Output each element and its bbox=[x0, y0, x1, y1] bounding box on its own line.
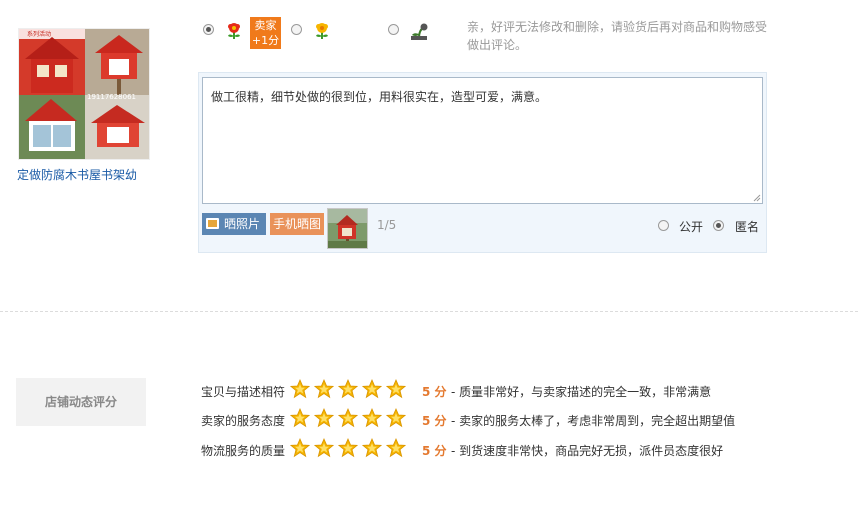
rating-row-label: 卖家的服务态度 bbox=[201, 414, 286, 428]
photo-count: 1/5 bbox=[377, 218, 397, 232]
upload-photo-button[interactable]: 晒照片 bbox=[202, 213, 266, 235]
star-icon[interactable] bbox=[290, 379, 310, 399]
star-icon[interactable] bbox=[386, 438, 406, 458]
star-icon[interactable] bbox=[362, 379, 382, 399]
seller-badge-line2: +1分 bbox=[251, 34, 280, 47]
yellow-flower-icon bbox=[316, 23, 328, 39]
star-icon[interactable] bbox=[314, 438, 334, 458]
rating-description: - 质量非常好，与卖家描述的完全一致，非常满意 bbox=[451, 385, 712, 399]
star-icon[interactable] bbox=[386, 408, 406, 428]
visibility-public-radio[interactable] bbox=[658, 220, 669, 231]
uploaded-photo-image bbox=[328, 209, 367, 248]
mobile-upload-button[interactable]: 手机晒图 bbox=[270, 213, 324, 235]
rating-score: 5 分 bbox=[422, 414, 447, 428]
rating-bad-radio[interactable] bbox=[388, 24, 399, 35]
review-text: 做工很精，细节处做的很到位，用料很实在，造型可爱，满意。 bbox=[211, 90, 548, 104]
seller-badge-line1: 卖家 bbox=[254, 19, 277, 32]
review-textarea[interactable]: 做工很精，细节处做的很到位，用料很实在，造型可爱，满意。 bbox=[202, 77, 763, 204]
section-divider bbox=[0, 311, 858, 312]
rating-row-label: 物流服务的质量 bbox=[201, 444, 286, 458]
rating-description: - 到货速度非常快，商品完好无损，派件员态度很好 bbox=[451, 444, 724, 458]
rating-good-radio[interactable] bbox=[203, 24, 214, 35]
shop-rating-title: 店铺动态评分 bbox=[16, 378, 146, 426]
visibility-anonymous-label: 匿名 bbox=[735, 220, 760, 234]
rating-description: - 卖家的服务太棒了，考虑非常周到，完全超出期望值 bbox=[451, 414, 736, 428]
seller-plus-one-badge: 卖家 +1分 bbox=[250, 17, 281, 49]
photo-icon bbox=[206, 218, 219, 229]
star-icon[interactable] bbox=[314, 408, 334, 428]
visibility-public-label: 公开 bbox=[679, 220, 704, 234]
star-icon[interactable] bbox=[290, 438, 310, 458]
thumb-overlay-text: 19117628061 bbox=[87, 93, 136, 101]
star-icon[interactable] bbox=[338, 438, 358, 458]
star-icon[interactable] bbox=[386, 379, 406, 399]
rating-score: 5 分 bbox=[422, 385, 447, 399]
rating-neutral-radio[interactable] bbox=[291, 24, 302, 35]
review-hint-text: 亲，好评无法修改和删除，请验货后再对商品和购物感受做出评论。 bbox=[467, 20, 768, 52]
resize-handle-icon[interactable] bbox=[753, 194, 761, 202]
star-icon[interactable] bbox=[362, 438, 382, 458]
star-icon[interactable] bbox=[314, 379, 334, 399]
star-icon[interactable] bbox=[338, 408, 358, 428]
wilted-flower-icon bbox=[411, 23, 428, 40]
red-flower-icon bbox=[228, 23, 240, 39]
star-icon[interactable] bbox=[290, 408, 310, 428]
product-thumbnail[interactable]: 系列活动 19117628061 bbox=[18, 28, 150, 160]
visibility-anonymous-radio[interactable] bbox=[713, 220, 724, 231]
star-icon[interactable] bbox=[362, 408, 382, 428]
upload-photo-label: 晒照片 bbox=[224, 217, 261, 231]
thumb-top-text: 系列活动 bbox=[27, 30, 51, 38]
star-icon[interactable] bbox=[338, 379, 358, 399]
rating-row-label: 宝贝与描述相符 bbox=[201, 385, 286, 399]
rating-score: 5 分 bbox=[422, 444, 447, 458]
product-image: 系列活动 19117628061 bbox=[19, 29, 149, 159]
product-title-link[interactable]: 定做防腐木书屋书架幼 bbox=[17, 166, 137, 183]
uploaded-photo-thumbnail[interactable] bbox=[327, 208, 368, 249]
